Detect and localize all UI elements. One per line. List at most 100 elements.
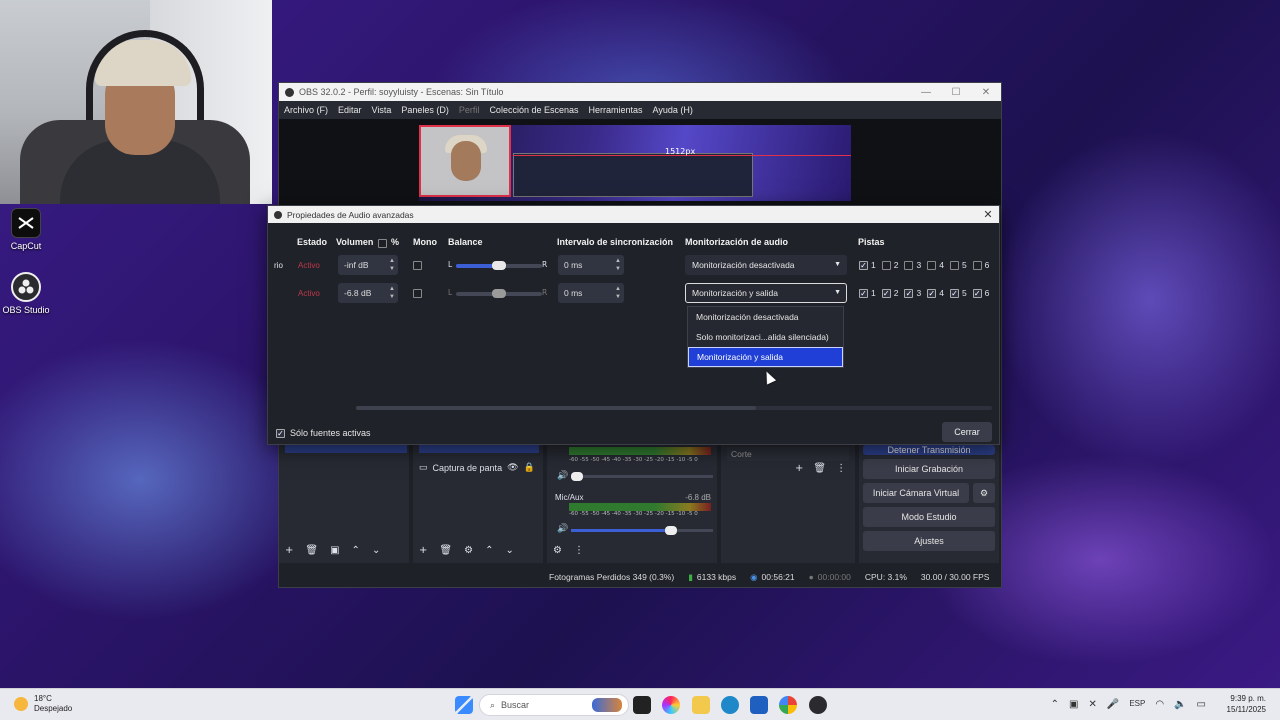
wifi-icon[interactable]: ◠ <box>1155 699 1164 710</box>
mono-checkbox[interactable] <box>413 289 422 298</box>
menu-herramientas[interactable]: Herramientas <box>589 105 643 115</box>
balance-slider[interactable] <box>456 289 542 298</box>
start-virtual-camera-button[interactable]: Iniciar Cámara Virtual <box>863 483 969 503</box>
track-checkbox[interactable] <box>927 260 937 270</box>
gear-icon[interactable]: ⚙ <box>973 483 995 503</box>
spin-arrows-icon[interactable]: ▲ ▼ <box>389 257 395 273</box>
down-icon[interactable]: ⌄ <box>505 545 513 556</box>
store-icon[interactable] <box>750 696 768 714</box>
track-checkbox[interactable] <box>927 288 937 298</box>
copilot-icon[interactable] <box>662 696 680 714</box>
clock[interactable]: 9:39 p. m. 15/11/2025 <box>1227 693 1266 715</box>
gear-icon[interactable]: ⚙ <box>553 545 562 556</box>
trash-icon[interactable]: 🗑 <box>813 463 826 474</box>
add-icon[interactable]: + <box>285 545 293 556</box>
track-checkbox[interactable] <box>881 288 891 298</box>
track-checkbox[interactable] <box>972 260 982 270</box>
sync-offset-field[interactable]: 0 ms ▲ ▼ <box>558 255 624 275</box>
track-checkbox[interactable] <box>949 288 959 298</box>
preview-screen-capture[interactable] <box>513 153 753 197</box>
transition-select[interactable]: Corte <box>727 447 849 461</box>
volume-icon[interactable]: 🔈 <box>1174 699 1186 710</box>
maximize-icon[interactable]: ☐ <box>941 87 971 98</box>
app-tray-icon[interactable]: ▣ <box>1069 699 1078 710</box>
scrollbar-thumb[interactable] <box>356 406 756 410</box>
spin-arrows-icon[interactable]: ▲ ▼ <box>615 257 621 273</box>
language-indicator[interactable]: ESP <box>1129 699 1145 710</box>
track-checkbox[interactable] <box>972 288 982 298</box>
speaker-icon[interactable]: 🔊 <box>557 524 568 534</box>
edge-icon[interactable] <box>721 696 739 714</box>
task-view-icon[interactable] <box>633 696 651 714</box>
scene-item-selected[interactable] <box>285 445 407 453</box>
menu-ayuda[interactable]: Ayuda (H) <box>653 105 693 115</box>
track-checkbox[interactable] <box>904 288 914 298</box>
menu-vista[interactable]: Vista <box>372 105 392 115</box>
up-icon[interactable]: ⌃ <box>352 545 360 556</box>
more-icon[interactable]: ⋮ <box>836 463 846 474</box>
down-icon[interactable]: ⌄ <box>372 545 380 556</box>
monitoring-select[interactable]: Monitorización y salida ▼ <box>685 283 847 303</box>
minimize-icon[interactable]: — <box>911 87 941 98</box>
active-only-toggle[interactable]: Sólo fuentes activas <box>276 428 371 438</box>
volume-slider[interactable] <box>571 526 713 535</box>
lock-icon[interactable]: 🔒 <box>524 462 535 473</box>
speaker-icon[interactable]: 🔊 <box>557 471 568 481</box>
source-item-selected[interactable] <box>419 445 539 453</box>
studio-mode-button[interactable]: Modo Estudio <box>863 507 995 527</box>
settings-button[interactable]: Ajustes <box>863 531 995 551</box>
trash-icon[interactable]: 🗑 <box>439 545 452 556</box>
dropdown-option[interactable]: Monitorización desactivada <box>688 307 843 327</box>
trash-icon[interactable]: 🗑 <box>305 545 318 556</box>
mono-checkbox[interactable] <box>413 261 422 270</box>
mic-icon[interactable]: 🎤 <box>1107 699 1119 710</box>
chevron-up-icon[interactable]: ⌃ <box>1051 699 1059 710</box>
chrome-icon[interactable] <box>779 696 797 714</box>
menu-archivo[interactable]: Archivo (F) <box>284 105 328 115</box>
spin-arrows-icon[interactable]: ▲ ▼ <box>389 285 395 301</box>
active-only-checkbox[interactable] <box>276 428 285 438</box>
percent-checkbox[interactable] <box>378 239 387 248</box>
menu-editar[interactable]: Editar <box>338 105 362 115</box>
battery-icon[interactable]: ▭ <box>1197 699 1206 710</box>
menu-coleccion-escenas[interactable]: Colección de Escenas <box>489 105 578 115</box>
balance-slider[interactable] <box>456 261 542 270</box>
more-icon[interactable]: ⋮ <box>574 545 584 556</box>
horizontal-scrollbar[interactable] <box>356 406 992 410</box>
source-item[interactable]: ▭ Captura de panta 👁 🔒 <box>419 462 535 473</box>
eye-icon[interactable]: 👁 <box>507 462 518 473</box>
close-button[interactable]: Cerrar <box>942 422 992 442</box>
preview-webcam-source[interactable] <box>419 125 511 197</box>
menu-paneles[interactable]: Paneles (D) <box>401 105 449 115</box>
preview-canvas[interactable]: 1512px <box>419 125 851 201</box>
add-icon[interactable]: + <box>419 545 427 556</box>
obs-taskbar-icon[interactable] <box>809 696 827 714</box>
monitoring-select[interactable]: Monitorización desactivada ▼ <box>685 255 847 275</box>
volume-slider[interactable] <box>571 472 713 481</box>
track-checkbox[interactable] <box>859 288 868 298</box>
add-icon[interactable]: + <box>795 463 803 474</box>
start-icon[interactable] <box>455 696 473 714</box>
file-explorer-icon[interactable] <box>692 696 710 714</box>
preview-area[interactable]: 1512px <box>279 119 1001 205</box>
desktop-icon-capcut[interactable]: CapCut <box>0 208 56 251</box>
desktop-icon-obs[interactable]: OBS Studio <box>0 272 56 315</box>
dropdown-option[interactable]: Solo monitorizaci...alida silenciada) <box>688 327 843 347</box>
menu-perfil[interactable]: Perfil <box>459 105 480 115</box>
track-checkbox[interactable] <box>881 260 891 270</box>
start-recording-button[interactable]: Iniciar Grabación <box>863 459 995 479</box>
close-icon[interactable]: ✕ <box>977 208 999 221</box>
spin-arrows-icon[interactable]: ▲ ▼ <box>615 285 621 301</box>
mic-off-icon[interactable]: ✕ <box>1089 699 1097 710</box>
taskbar-search[interactable]: ⌕ Buscar <box>479 694 629 716</box>
dropdown-option-selected[interactable]: Monitorización y salida <box>688 347 843 367</box>
weather-widget[interactable]: 18°C Despejado <box>14 694 72 714</box>
sync-offset-field[interactable]: 0 ms ▲ ▼ <box>558 283 624 303</box>
up-icon[interactable]: ⌃ <box>485 545 493 556</box>
track-checkbox[interactable] <box>859 260 868 270</box>
filter-icon[interactable]: ▣ <box>330 545 339 556</box>
gear-icon[interactable]: ⚙ <box>464 545 473 556</box>
volume-field[interactable]: -6.8 dB ▲ ▼ <box>338 283 398 303</box>
track-checkbox[interactable] <box>904 260 914 270</box>
volume-field[interactable]: -inf dB ▲ ▼ <box>338 255 398 275</box>
